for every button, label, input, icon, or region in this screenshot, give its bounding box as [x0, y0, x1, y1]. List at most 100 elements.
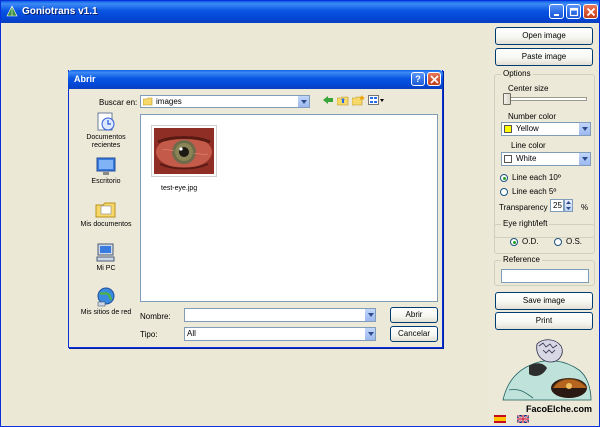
open-file-dialog: Abrir ? Buscar en: images Documentos rec…	[68, 70, 443, 348]
close-icon	[430, 75, 439, 84]
place-recent-documents[interactable]: Documentos recientes	[75, 112, 137, 150]
close-icon	[586, 7, 596, 17]
number-color-value: Yellow	[516, 124, 539, 133]
view-menu-icon	[368, 95, 384, 105]
my-documents-icon	[95, 202, 116, 218]
back-arrow-icon	[323, 96, 333, 104]
dropdown-arrow-icon[interactable]	[364, 328, 375, 340]
center-size-track[interactable]	[503, 97, 587, 101]
options-label: Options	[501, 69, 533, 78]
open-button[interactable]: Abrir	[390, 307, 438, 323]
desktop-icon	[96, 157, 116, 175]
place-network[interactable]: Mis sitios de red	[75, 287, 137, 317]
filetype-label: Tipo:	[140, 330, 158, 339]
network-places-icon	[97, 287, 115, 307]
number-color-select[interactable]: Yellow	[501, 122, 591, 136]
help-button[interactable]: ?	[411, 72, 425, 86]
line-each-5-radio[interactable]	[500, 188, 508, 196]
dropdown-arrow-icon[interactable]	[364, 309, 375, 321]
transparency-label: Transparency	[499, 203, 548, 212]
up-folder-icon	[336, 96, 349, 106]
eye-label: Eye right/left	[501, 219, 550, 228]
cancel-button[interactable]: Cancelar	[390, 326, 438, 342]
look-in-label: Buscar en:	[99, 98, 138, 107]
file-name[interactable]: test-eye.jpg	[161, 185, 197, 192]
app-icon	[6, 5, 18, 17]
yellow-swatch-icon	[504, 125, 512, 133]
place-my-computer[interactable]: Mi PC	[75, 243, 137, 273]
line-each-10-radio[interactable]	[500, 174, 508, 182]
new-folder-icon	[351, 95, 365, 106]
facoelche-logo-illustration	[502, 339, 592, 401]
new-folder-button[interactable]	[351, 95, 365, 108]
options-group: Options Center size Number color Yellow …	[494, 69, 595, 238]
place-label: Mi PC	[96, 265, 116, 272]
line-each-10-label[interactable]: Line each 10º	[512, 173, 561, 182]
place-label: Mis documentos	[80, 221, 132, 228]
my-computer-icon	[96, 243, 115, 262]
filename-input[interactable]	[184, 308, 376, 322]
place-my-documents[interactable]: Mis documentos	[75, 199, 137, 229]
dropdown-arrow-icon[interactable]	[298, 96, 309, 107]
white-swatch-icon	[504, 155, 512, 163]
reference-input[interactable]	[501, 269, 589, 283]
os-radio[interactable]	[554, 238, 562, 246]
reference-group: Reference	[494, 255, 595, 286]
place-label: Escritorio	[91, 178, 121, 185]
look-in-value: images	[156, 97, 182, 106]
es-flag-icon[interactable]	[494, 415, 506, 423]
recent-documents-icon	[97, 112, 115, 131]
brand-label: FacoElche.com	[526, 404, 593, 414]
eye-group: Eye right/left O.D. O.S.	[494, 219, 595, 254]
center-size-label: Center size	[508, 84, 549, 93]
minimize-button[interactable]	[549, 4, 564, 19]
maximize-icon	[569, 7, 579, 17]
file-list[interactable]: test-eye.jpg	[140, 114, 438, 302]
line-color-value: White	[516, 154, 537, 163]
up-folder-button[interactable]	[336, 95, 349, 108]
dropdown-arrow-icon[interactable]	[578, 153, 590, 165]
save-image-button[interactable]: Save image	[495, 292, 593, 310]
open-image-button[interactable]: Open image	[495, 27, 593, 45]
os-label[interactable]: O.S.	[566, 237, 582, 246]
filename-label: Nombre:	[140, 312, 171, 321]
dialog-close-button[interactable]	[427, 72, 441, 86]
view-menu-button[interactable]	[368, 95, 384, 108]
place-label: Documentos recientes	[86, 134, 126, 149]
help-icon: ?	[415, 74, 421, 84]
dialog-title: Abrir	[74, 74, 96, 84]
number-color-label: Number color	[508, 112, 557, 121]
paste-image-button[interactable]: Paste image	[495, 48, 593, 66]
look-in-select[interactable]: images	[140, 95, 310, 108]
line-color-select[interactable]: White	[501, 152, 591, 166]
dialog-titlebar[interactable]: Abrir ?	[68, 70, 443, 89]
line-each-5-label[interactable]: Line each 5º	[512, 187, 556, 196]
print-button[interactable]: Print	[495, 312, 593, 330]
file-thumbnail[interactable]	[151, 125, 217, 177]
folder-icon	[143, 97, 153, 106]
transparency-input[interactable]: 25	[550, 199, 564, 212]
maximize-button[interactable]	[566, 4, 581, 19]
back-button[interactable]	[322, 95, 334, 107]
app-window: Goniotrans v1.1 Open image Paste image O…	[0, 0, 600, 427]
app-titlebar[interactable]: Goniotrans v1.1	[1, 1, 599, 23]
center-size-slider-thumb[interactable]	[503, 93, 511, 105]
close-button[interactable]	[583, 4, 598, 19]
uk-flag-icon[interactable]	[517, 415, 529, 423]
od-radio[interactable]	[510, 238, 518, 246]
right-panel: Open image Paste image Options Center si…	[491, 23, 599, 426]
filetype-select[interactable]: All	[184, 327, 376, 341]
app-title: Goniotrans v1.1	[22, 6, 98, 17]
eye-image-thumbnail	[154, 128, 214, 174]
od-label[interactable]: O.D.	[522, 237, 538, 246]
line-color-label: Line color	[511, 141, 546, 150]
place-label: Mis sitios de red	[80, 309, 132, 316]
transparency-spinner[interactable]	[564, 199, 573, 212]
reference-label: Reference	[501, 255, 542, 264]
place-desktop[interactable]: Escritorio	[75, 156, 137, 186]
minimize-icon	[554, 14, 559, 16]
dropdown-arrow-icon[interactable]	[578, 123, 590, 135]
percent-unit: %	[581, 203, 589, 212]
places-bar: Documentos recientes Escritorio Mis docu…	[75, 112, 137, 322]
filetype-value: All	[187, 329, 196, 338]
